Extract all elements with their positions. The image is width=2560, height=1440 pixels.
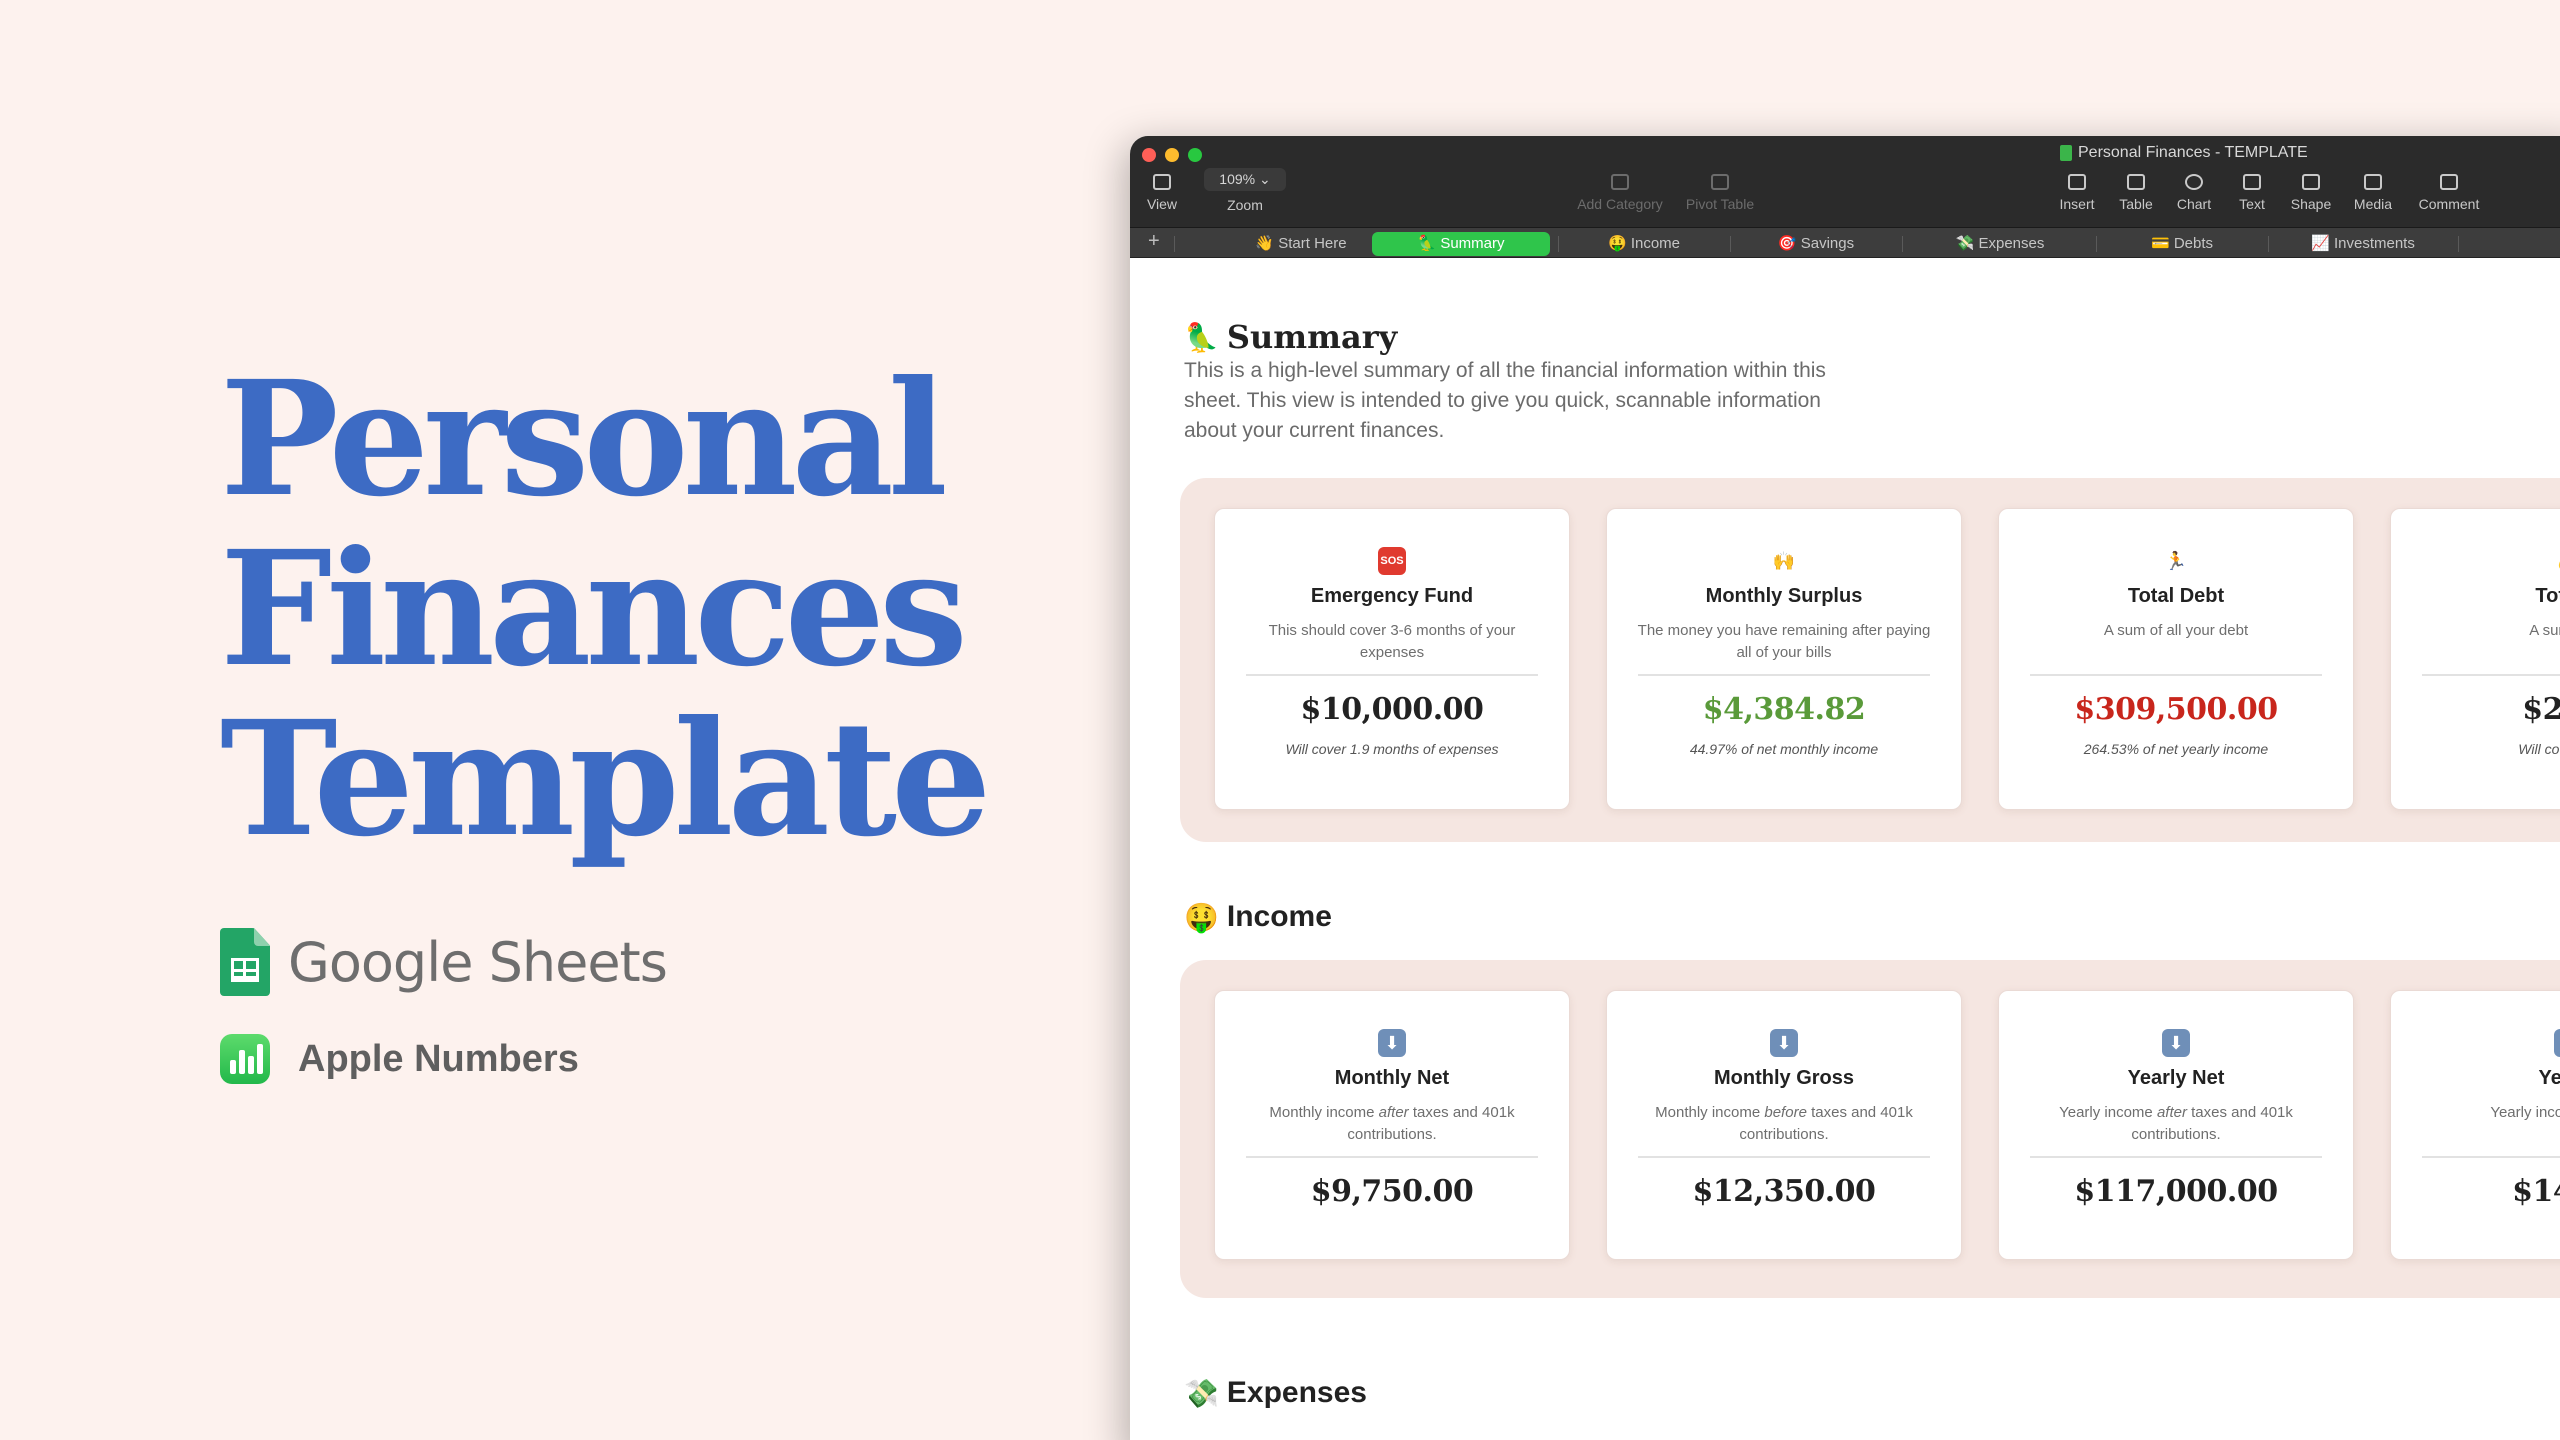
monthly-gross-value: $12,350.00 [1692, 1174, 1876, 1209]
credit-card-icon: 💳 [2150, 235, 2170, 252]
expenses-heading: 💸 Expenses [1184, 1376, 1367, 1410]
insert-icon [2068, 174, 2086, 190]
hero-title-line-2: Finances [220, 517, 968, 702]
total-debt-value: $309,500.00 [2074, 692, 2278, 727]
tab-investments[interactable]: 📈 Investments [2276, 232, 2450, 256]
monthly-net-card[interactable]: ⬇ Monthly Net Monthly income after taxes… [1214, 990, 1570, 1260]
sidebar-icon [1153, 174, 1171, 190]
add-category-button[interactable]: Add Category [1566, 174, 1674, 212]
add-sheet-button[interactable]: + [1148, 230, 1160, 253]
emergency-fund-value: $10,000.00 [1300, 692, 1484, 727]
monthly-gross-card[interactable]: ⬇ Monthly Gross Monthly income before ta… [1606, 990, 1962, 1260]
apple-numbers-brand: Apple Numbers [220, 1034, 579, 1084]
raised-hands-icon: 🙌 [1772, 551, 1796, 571]
pivot-table-button[interactable]: Pivot Table [1678, 174, 1762, 212]
comment-button[interactable]: Comment [2412, 174, 2486, 212]
income-heading: 🤑 Income [1184, 900, 1332, 934]
window-title: Personal Finances - TEMPLATE [2060, 144, 2308, 162]
yearly-net-card[interactable]: ⬇ Yearly Net Yearly income after taxes a… [1998, 990, 2354, 1260]
running-person-icon: 🏃 [2164, 551, 2188, 571]
google-sheets-icon [220, 928, 270, 996]
chart-button[interactable]: Chart [2172, 174, 2216, 212]
monthly-net-value: $9,750.00 [1310, 1174, 1474, 1209]
shape-button[interactable]: Shape [2288, 174, 2334, 212]
total-debt-card[interactable]: 🏃 Total Debt A sum of all your debt $309… [1998, 508, 2354, 810]
yearly-gross-value: $148,2 [2512, 1174, 2560, 1209]
money-wings-icon: 💸 [1955, 235, 1975, 252]
toolbar: Personal Finances - TEMPLATE View 109% ⌄… [1130, 136, 2560, 228]
tab-expenses[interactable]: 💸 Expenses [1910, 232, 2090, 256]
tab-savings[interactable]: 🎯 Savings [1738, 232, 1894, 256]
income-panel: ⬇ Monthly Net Monthly income after taxes… [1180, 960, 2560, 1298]
minimize-button[interactable] [1165, 148, 1179, 162]
chart-up-icon: 📈 [2311, 235, 2330, 252]
summary-heading: 🦜 Summary [1184, 318, 1398, 356]
google-sheets-brand: Google Sheets [220, 928, 668, 996]
window-controls [1142, 148, 1202, 162]
down-arrow-icon: ⬇ [1770, 1029, 1798, 1057]
summary-panel: SOS Emergency Fund This should cover 3-6… [1180, 478, 2560, 842]
tab-start-here[interactable]: 👋 Start Here [1226, 232, 1376, 256]
google-sheets-label: Google Sheets [288, 930, 668, 994]
text-icon [2243, 174, 2261, 190]
tab-summary[interactable]: 🦜 Summary [1372, 232, 1550, 256]
sheet-tabs: + 👋 Start Here 🦜 Summary 🤑 Income 🎯 Savi… [1130, 228, 2560, 258]
sos-icon: SOS [1378, 547, 1406, 575]
hero-title: Personal Finances Template [220, 355, 1040, 865]
zoom-window-button[interactable] [1188, 148, 1202, 162]
monthly-surplus-card[interactable]: 🙌 Monthly Surplus The money you have rem… [1606, 508, 1962, 810]
target-icon: 🎯 [1777, 235, 1797, 252]
tab-income[interactable]: 🤑 Income [1566, 232, 1722, 256]
parrot-icon: 🦜 [1184, 320, 1219, 354]
table-button[interactable]: Table [2114, 174, 2158, 212]
down-arrow-icon: ⬇ [1378, 1029, 1406, 1057]
sheet-canvas: 🦜 Summary This is a high-level summary o… [1130, 258, 2560, 1440]
numbers-window: Personal Finances - TEMPLATE View 109% ⌄… [1130, 136, 2560, 1440]
zoom-button[interactable]: 109% ⌄ Zoom [1204, 168, 1286, 213]
chart-icon [2185, 174, 2203, 190]
pivot-table-icon [1711, 174, 1729, 190]
media-icon [2364, 174, 2382, 190]
table-icon [2127, 174, 2145, 190]
monthly-surplus-value: $4,384.82 [1702, 692, 1866, 727]
down-arrow-icon: ⬇ [2162, 1029, 2190, 1057]
money-bag-icon: 💰 [2554, 547, 2560, 575]
text-button[interactable]: Text [2232, 174, 2272, 212]
view-button[interactable]: View [1140, 174, 1184, 212]
money-wings-icon: 💸 [1184, 1376, 1219, 1410]
list-icon [1611, 174, 1629, 190]
summary-description: This is a high-level summary of all the … [1184, 359, 1826, 442]
parrot-icon: 🦜 [1417, 235, 1437, 252]
total-savings-value: $22,5 [2522, 692, 2560, 727]
close-button[interactable] [1142, 148, 1156, 162]
chevron-down-icon: ⌄ [1258, 171, 1271, 187]
media-button[interactable]: Media [2350, 174, 2396, 212]
total-savings-card[interactable]: 💰 Total S A sum of all $22,5 Will cover … [2390, 508, 2560, 810]
apple-numbers-icon [220, 1034, 270, 1084]
hero-title-line-1: Personal [220, 347, 948, 532]
comment-icon [2440, 174, 2458, 190]
tab-debts[interactable]: 💳 Debts [2104, 232, 2260, 256]
yearly-gross-card[interactable]: ⬇ Yearly Yearly income be contri $148,2 [2390, 990, 2560, 1260]
emergency-fund-card[interactable]: SOS Emergency Fund This should cover 3-6… [1214, 508, 1570, 810]
wave-icon: 👋 [1255, 235, 1275, 252]
apple-numbers-label: Apple Numbers [298, 1037, 579, 1080]
hero-title-line-3: Template [220, 687, 992, 872]
shape-icon [2302, 174, 2320, 190]
insert-button[interactable]: Insert [2052, 174, 2102, 212]
yearly-net-value: $117,000.00 [2074, 1174, 2278, 1209]
money-face-icon: 🤑 [1184, 900, 1219, 934]
document-icon [2060, 145, 2072, 161]
money-face-icon: 🤑 [1607, 235, 1627, 252]
down-arrow-icon: ⬇ [2554, 1029, 2560, 1057]
zoom-select[interactable]: 109% ⌄ [1204, 168, 1286, 191]
